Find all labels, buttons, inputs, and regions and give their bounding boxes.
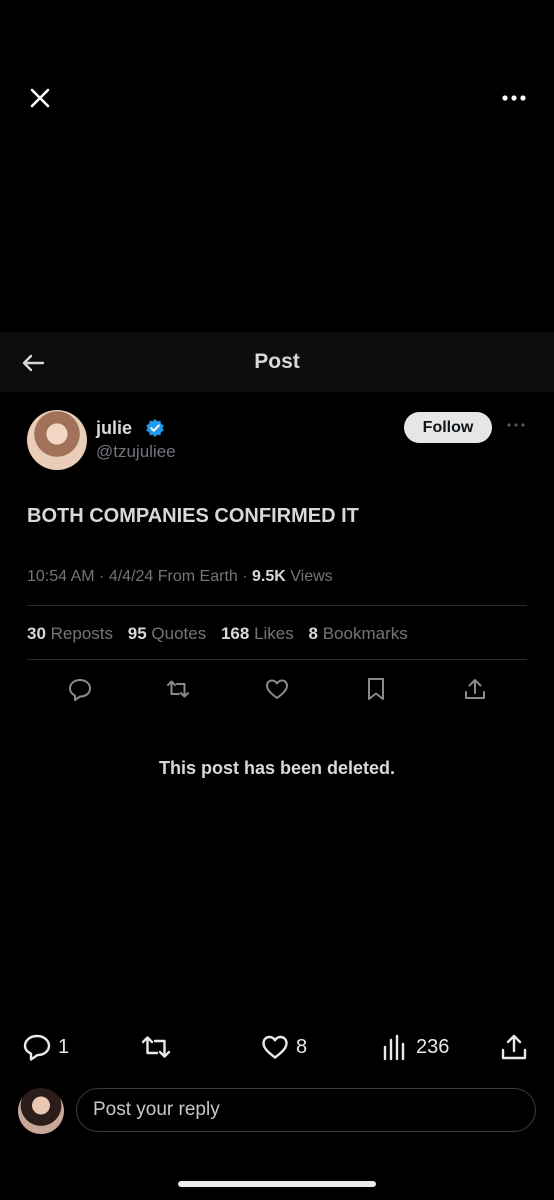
post-stats: 30 Reposts 95 Quotes 168 Likes 8 Bookmar… <box>27 624 408 644</box>
post-header: Post <box>0 332 554 392</box>
close-button[interactable] <box>26 84 54 112</box>
post-bookmark-button[interactable] <box>362 675 390 703</box>
bookmarks-count: 8 <box>308 624 318 643</box>
post-source: From Earth <box>157 568 238 585</box>
repost-button[interactable] <box>140 1032 178 1062</box>
close-icon <box>30 88 50 108</box>
home-indicator[interactable] <box>178 1181 376 1187</box>
post-reply-button[interactable] <box>66 675 94 703</box>
likes-label: Likes <box>254 624 294 643</box>
quotes-stat[interactable]: 95 Quotes <box>128 624 206 643</box>
more-horizontal-icon <box>502 95 526 101</box>
heart-icon <box>262 1035 288 1059</box>
reply-icon <box>23 1034 51 1061</box>
like-count: 8 <box>296 1035 308 1058</box>
views-button[interactable]: 236 <box>382 1032 449 1062</box>
reply-count: 1 <box>58 1035 70 1058</box>
repost-icon <box>167 680 189 698</box>
post-screenshot: Post julie @tzujuliee Follow BOTH COMPAN… <box>0 332 554 812</box>
post-text: BOTH COMPANIES CONFIRMED IT <box>27 505 359 527</box>
verified-badge-icon <box>145 418 165 438</box>
post-repost-button[interactable] <box>164 675 192 703</box>
views-count: 236 <box>416 1035 450 1058</box>
quotes-count: 95 <box>127 624 147 643</box>
author-avatar[interactable] <box>27 410 87 470</box>
share-icon <box>465 679 485 699</box>
reposts-count: 30 <box>27 624 46 643</box>
share-icon <box>501 1034 527 1060</box>
reply-icon <box>69 679 91 701</box>
likes-count: 168 <box>220 624 250 643</box>
author-name[interactable]: julie <box>96 418 132 439</box>
views-label: Views <box>290 568 333 585</box>
like-button[interactable]: 8 <box>260 1032 307 1062</box>
divider <box>27 605 527 606</box>
heart-icon <box>266 679 288 699</box>
current-user-avatar[interactable] <box>18 1088 64 1134</box>
bar-chart-icon <box>383 1034 405 1061</box>
bookmarks-label: Bookmarks <box>322 624 408 643</box>
more-horizontal-icon <box>507 423 525 427</box>
likes-stat[interactable]: 168 Likes <box>221 624 294 643</box>
post-like-button[interactable] <box>263 675 291 703</box>
share-button[interactable] <box>499 1032 529 1062</box>
reposts-label: Reposts <box>50 624 114 643</box>
divider <box>27 659 527 660</box>
reposts-stat[interactable]: 30 Reposts <box>27 624 113 643</box>
views-count: 9.5K <box>252 568 286 585</box>
bookmarks-stat[interactable]: 8 Bookmarks <box>309 624 408 643</box>
post-more-button[interactable] <box>505 418 527 432</box>
repost-icon <box>141 1036 171 1058</box>
header-title: Post <box>254 350 300 373</box>
deleted-notice: This post has been deleted. <box>158 758 396 778</box>
reply-input[interactable] <box>76 1088 536 1132</box>
follow-button[interactable]: Follow <box>404 412 492 443</box>
post-meta: 10:54 AM · 4/4/24 From Earth · 9.5K View… <box>27 568 333 585</box>
reply-button[interactable]: 1 <box>22 1032 69 1062</box>
post-time: 10:54 AM <box>27 568 95 585</box>
quotes-label: Quotes <box>151 624 207 643</box>
bookmark-icon <box>368 678 384 700</box>
post-date: 4/4/24 <box>108 568 154 585</box>
more-options-button[interactable] <box>500 84 528 112</box>
author-handle[interactable]: @tzujuliee <box>96 442 176 462</box>
post-share-button[interactable] <box>461 675 489 703</box>
